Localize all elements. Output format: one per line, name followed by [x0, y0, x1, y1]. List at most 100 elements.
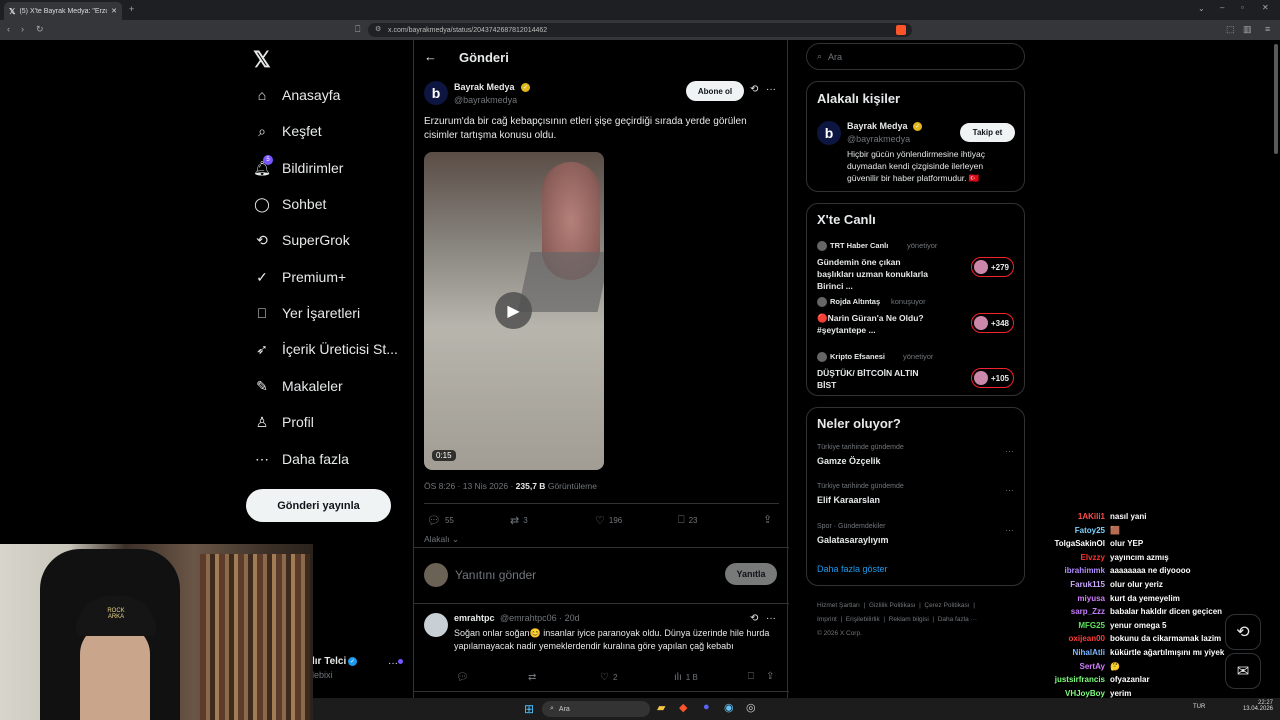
menu-icon[interactable]: ≡ [1265, 24, 1270, 34]
reply-like-action[interactable]: ♡ 2 [600, 672, 617, 683]
related-handle[interactable]: @bayrakmedya [847, 134, 910, 144]
author-avatar[interactable]: b [424, 81, 448, 105]
footer-link[interactable]: Imprint [817, 616, 837, 623]
reply-author-handle[interactable]: @emrahtpc06 · 20d [500, 613, 580, 623]
show-more-link[interactable]: Daha fazla göster [817, 564, 888, 574]
post-button[interactable]: Gönderi yayınla [246, 489, 391, 522]
windows-start-icon[interactable]: ⊞ [524, 702, 534, 716]
reply-input[interactable]: Yanıtını gönder [455, 568, 536, 582]
trend-more-icon[interactable]: ··· [1005, 525, 1014, 535]
tab-list-icon[interactable]: ⌄ [1198, 4, 1205, 13]
footer-link[interactable]: Hizmet Şartları [817, 602, 860, 609]
grok-float-button[interactable]: ⟲ [1225, 614, 1261, 650]
reply-more-icon[interactable]: ··· [766, 613, 776, 624]
bookmark-action[interactable]: ⎕ 23 [678, 514, 698, 527]
video-player[interactable]: ▶ 0:15 [424, 152, 604, 470]
like-action[interactable]: ♡ 196 [595, 514, 622, 527]
back-arrow-icon[interactable]: ← [424, 49, 437, 64]
nav-item[interactable]: ⎕ Yer İşaretleri [254, 302, 360, 324]
reply-action[interactable]: 💬︎ 55 [427, 514, 454, 527]
nav-item[interactable]: ⋯ Daha fazla [254, 448, 349, 470]
file-explorer-icon[interactable]: ▰ [657, 701, 665, 714]
close-window-icon[interactable]: ✕ [1262, 3, 1269, 12]
browser-tab[interactable]: 𝕏 (5) X'te Bayrak Medya: "Erzurum... ✕ [4, 2, 122, 20]
play-button-icon[interactable]: ▶ [495, 292, 532, 329]
post-timestamp[interactable]: ÖS 8:26 · 13 Nis 2026 · [424, 481, 516, 491]
obs-icon[interactable]: ◎ [746, 701, 756, 714]
reply-author-avatar[interactable] [424, 613, 448, 637]
grok-icon[interactable]: ⟲ [750, 613, 758, 624]
grok-icon[interactable]: ⟲ [750, 84, 758, 95]
nav-item[interactable]: ✓ Premium+ [254, 266, 346, 288]
brave-shield-icon[interactable] [896, 25, 906, 35]
reply-author-name[interactable]: emrahtpc [454, 613, 495, 623]
chat-text: kurt da yemeyelim [1110, 593, 1180, 603]
reply-views-action[interactable]: ılı 1 B [674, 672, 698, 683]
chat-message: TolgaSakinOl olur YEP [1044, 539, 1143, 548]
nav-item[interactable]: ⟲ SuperGrok [254, 229, 350, 251]
author-name[interactable]: Bayrak Medya [454, 82, 515, 92]
sidebar-toggle-icon[interactable]: ▥ [1243, 24, 1252, 35]
reply-reply-action[interactable]: 💬︎ [456, 672, 469, 683]
brave-browser-icon[interactable]: ◆ [679, 701, 687, 714]
repost-action[interactable]: ⇄ 3 [510, 514, 528, 527]
keyboard-language[interactable]: TUR [1193, 704, 1205, 710]
minimize-icon[interactable]: – [1220, 3, 1224, 12]
x-logo[interactable]: 𝕏 [253, 47, 271, 73]
trend-more-icon[interactable]: ··· [1005, 446, 1014, 456]
related-avatar[interactable]: b [817, 121, 841, 145]
site-info-icon[interactable]: ⚙ [375, 25, 381, 33]
live-item[interactable]: Kripto Efsanesi yönetiyor DÜŞTÜK/ BİTCOİ… [807, 351, 1024, 401]
taskbar-search[interactable]: ⌕ Ara [542, 701, 650, 717]
taskbar-clock[interactable]: 22:27 13.04.2026 [1233, 700, 1273, 712]
account-switcher[interactable]: lır Telci ✓ lebixi ··· [300, 652, 410, 684]
more-dots-icon[interactable]: ··· [388, 658, 398, 669]
address-bar[interactable]: ⚙ x.com/bayrakmedya/status/2043742687812… [368, 23, 912, 37]
nav-item[interactable]: ⌂ Anasayfa [254, 84, 341, 106]
share-icon[interactable]: ⇪ [766, 671, 774, 682]
related-name[interactable]: Bayrak Medya [847, 121, 908, 131]
footer-link[interactable]: Reklam bilgisi [889, 616, 929, 623]
sort-dropdown[interactable]: Alakalı ⌄ [424, 534, 459, 545]
share-icon[interactable]: ⇪ [763, 513, 772, 526]
author-handle[interactable]: @bayrakmedya [454, 95, 517, 105]
search-box[interactable]: ⌕ Ara [806, 43, 1025, 70]
post-more-icon[interactable]: ··· [766, 84, 776, 95]
nav-item[interactable]: ♙ Profil [254, 411, 314, 433]
reply-repost-action[interactable]: ⇄ [528, 672, 536, 683]
chat-username: TolgaSakinOl [1054, 539, 1105, 549]
page-scrollbar[interactable] [1274, 44, 1278, 154]
footer-link[interactable]: Erişilebilirlik [846, 616, 880, 623]
trend-more-icon[interactable]: ··· [1005, 485, 1014, 495]
nav-item[interactable]: ➶ İçerik Üreticisi St... [254, 338, 398, 360]
discord-icon[interactable]: ● [703, 701, 710, 713]
search-input[interactable]: Ara [828, 52, 842, 62]
nav-item[interactable]: 🔔︎ 5 Bildirimler [253, 155, 343, 179]
nav-item[interactable]: ◯ Sohbet [254, 193, 326, 215]
subscribe-button[interactable]: Abone ol [686, 81, 744, 101]
tab-close-icon[interactable]: ✕ [111, 7, 117, 15]
bookmark-icon[interactable]: ⎕ [748, 671, 754, 682]
steam-icon[interactable]: ◉ [724, 701, 734, 714]
maximize-icon[interactable]: ▫ [1241, 3, 1244, 12]
new-tab-icon[interactable]: + [129, 4, 134, 14]
messages-float-button[interactable]: ✉ [1225, 653, 1261, 689]
extensions-icon[interactable]: ⬚ [1226, 24, 1235, 35]
follow-button[interactable]: Takip et [960, 123, 1015, 142]
live-item[interactable]: TRT Haber Canlı yönetiyor Gündemin öne ç… [807, 240, 1024, 291]
footer-link[interactable]: Daha fazla ··· [938, 616, 977, 623]
trend-item[interactable]: Türkiye tarihinde gündemde Elif Karaarsl… [807, 483, 1024, 515]
url-text: x.com/bayrakmedya/status/204374268781201… [388, 26, 548, 34]
nav-item[interactable]: ✎ Makaleler [254, 375, 343, 397]
footer-link[interactable]: Çerez Politikası [924, 602, 969, 609]
forward-icon[interactable]: › [21, 24, 24, 34]
reply-submit-button[interactable]: Yanıtla [725, 563, 777, 585]
footer-link[interactable]: Gizlilik Politikası [869, 602, 916, 609]
live-item[interactable]: Rojda Altıntaş konuşuyor 🔴Narin Güran'a … [807, 296, 1024, 346]
back-icon[interactable]: ‹ [7, 24, 10, 34]
nav-item[interactable]: ⌕ Keşfet [254, 120, 322, 142]
trend-item[interactable]: Türkiye tarihinde gündemde Gamze Özçelik… [807, 444, 1024, 476]
bookmark-page-icon[interactable]: ⎕ [355, 24, 360, 35]
reload-icon[interactable]: ↻ [36, 24, 44, 35]
trend-item[interactable]: Spor · Gündemdekiler Galatasaraylıyım ··… [807, 523, 1024, 555]
